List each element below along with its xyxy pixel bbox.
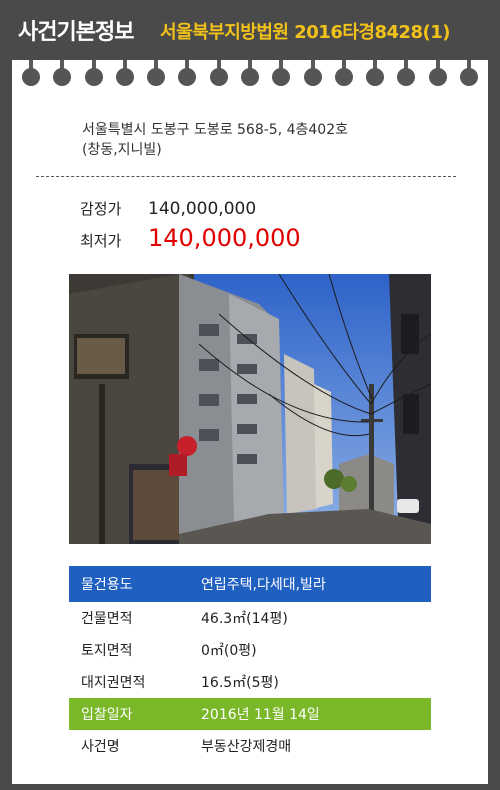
minimum-price-row: 최저가 140,000,000 (80, 224, 301, 252)
usage-label: 물건용도 (81, 577, 133, 593)
building-area-label: 건물면적 (81, 611, 133, 627)
usage-value: 연립주택,다세대,빌라 (201, 577, 326, 593)
bid-date-label: 입찰일자 (81, 707, 133, 723)
land-right-value: 16.5㎡(5평) (201, 675, 279, 691)
appraisal-value: 140,000,000 (148, 199, 257, 219)
minimum-value: 140,000,000 (148, 224, 301, 252)
case-name-value: 부동산강제경매 (201, 739, 292, 755)
building-area-value: 46.3㎡(14평) (201, 611, 288, 627)
info-row-land-area: 토지면적 0㎡(0평) (69, 634, 431, 666)
binder-ring-icon (397, 60, 416, 88)
binder-ring-icon (115, 60, 134, 88)
property-photo-image (69, 274, 431, 544)
divider (36, 176, 456, 177)
appraisal-price-row: 감정가 140,000,000 (80, 198, 256, 219)
info-row-building-area: 건물면적 46.3㎡(14평) (69, 602, 431, 634)
binder-ring-icon (459, 60, 478, 88)
property-address: 서울특별시 도봉구 도봉로 568-5, 4층402호 (창동,지니빌) (82, 120, 442, 160)
bid-date-value: 2016년 11월 14일 (201, 707, 320, 723)
minimum-label: 최저가 (80, 232, 122, 250)
binder-ring-icon (22, 60, 40, 88)
binder-ring-icon (147, 60, 166, 88)
land-area-label: 토지면적 (81, 643, 133, 659)
property-info-table: 물건용도 연립주택,다세대,빌라 건물면적 46.3㎡(14평) 토지면적 0㎡… (69, 566, 431, 762)
binder-ring-icon (428, 60, 447, 88)
appraisal-label: 감정가 (80, 200, 122, 218)
page-title: 사건기본정보 (18, 20, 134, 45)
binder-ring-icon (303, 60, 322, 88)
binder-ring-icon (366, 60, 385, 88)
binder-ring-icon (209, 60, 228, 88)
info-row-usage: 물건용도 연립주택,다세대,빌라 (69, 566, 431, 602)
page-header: 사건기본정보 서울북부지방법원 2016타경8428(1) (0, 0, 500, 62)
address-line-1: 서울특별시 도봉구 도봉로 568-5, 4층402호 (82, 122, 348, 138)
binder-ring-icon (53, 60, 72, 88)
binder-ring-icon (272, 60, 291, 88)
binder-ring-icon (240, 60, 259, 88)
info-row-bid-date: 입찰일자 2016년 11월 14일 (69, 698, 431, 730)
info-row-case-name: 사건명 부동산강제경매 (69, 730, 431, 762)
court-case-number: 서울북부지방법원 2016타경8428(1) (160, 22, 451, 43)
info-row-land-right-area: 대지권면적 16.5㎡(5평) (69, 666, 431, 698)
binder-ring-icon (84, 60, 103, 88)
binder-rings (12, 60, 488, 96)
binder-ring-icon (334, 60, 353, 88)
property-photo (69, 274, 431, 544)
case-card: 서울특별시 도봉구 도봉로 568-5, 4층402호 (창동,지니빌) 감정가… (12, 60, 488, 784)
land-area-value: 0㎡(0평) (201, 643, 257, 659)
address-line-2: (창동,지니빌) (82, 142, 162, 158)
case-name-label: 사건명 (81, 739, 120, 755)
binder-ring-icon (178, 60, 197, 88)
land-right-label: 대지권면적 (81, 675, 146, 691)
